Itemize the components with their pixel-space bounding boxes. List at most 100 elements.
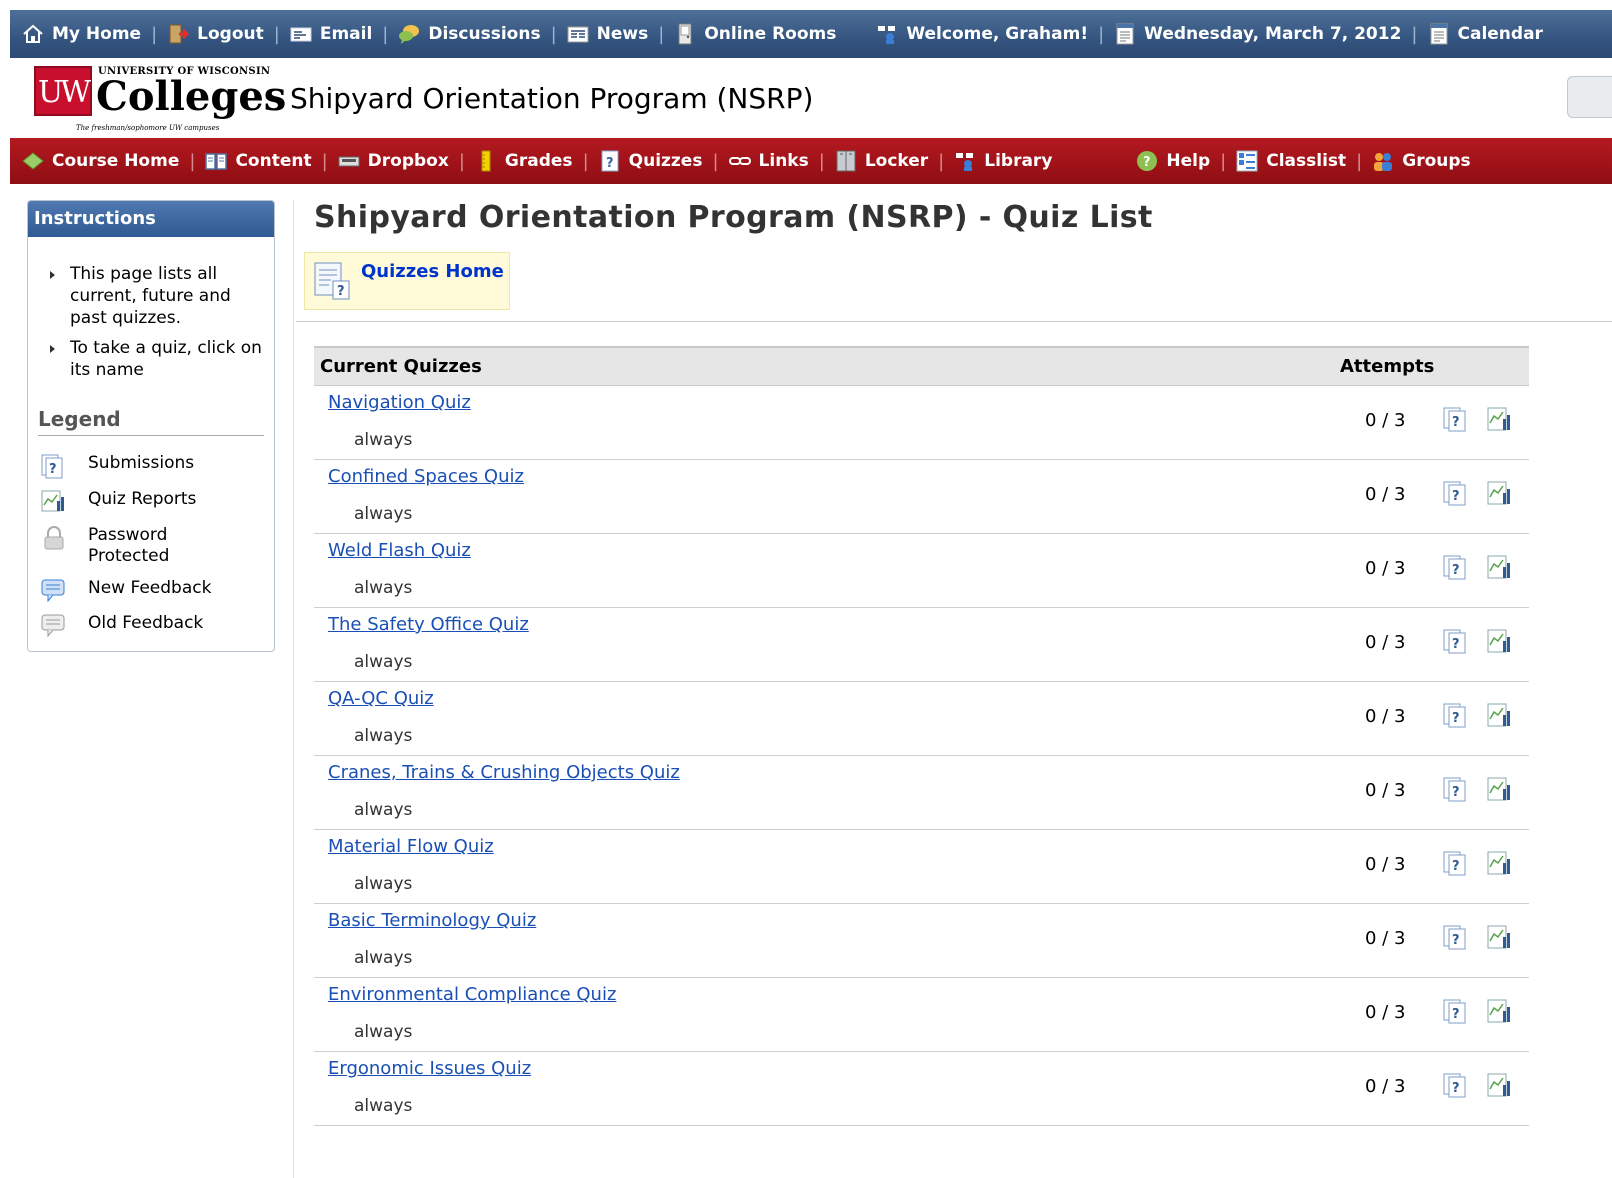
quiz-name-link[interactable]: Weld Flash Quiz	[328, 540, 471, 561]
user-icon	[876, 23, 898, 45]
course-title: Shipyard Orientation Program (NSRP)	[290, 82, 814, 115]
table-row: Ergonomic Issues Quiz always 0 / 3?	[314, 1052, 1529, 1126]
library-icon	[954, 150, 976, 172]
legend-item-submissions: ? Submissions	[40, 453, 194, 479]
online-rooms-link[interactable]: Online Rooms	[674, 10, 836, 58]
my-home-link[interactable]: My Home	[22, 10, 141, 58]
legend-item-quiz-reports: Quiz Reports	[40, 489, 196, 515]
quiz-name-link[interactable]: Material Flow Quiz	[328, 836, 494, 857]
news-link[interactable]: News	[567, 10, 648, 58]
quiz-name-link[interactable]: Environmental Compliance Quiz	[328, 984, 616, 1005]
svg-text:?: ?	[606, 156, 614, 171]
submissions-icon[interactable]: ?	[1442, 776, 1470, 804]
welcome-text: Welcome, Graham!	[906, 24, 1089, 44]
quiz-reports-icon[interactable]	[1486, 924, 1514, 952]
legend-item-old-feedback: Old Feedback	[40, 613, 203, 639]
table-row: Environmental Compliance Quiz always 0 / 3…	[314, 978, 1529, 1052]
quiz-reports-icon[interactable]	[1486, 1072, 1514, 1100]
locker-link[interactable]: Locker	[835, 138, 928, 184]
quiz-availability: always	[354, 430, 413, 450]
submissions-icon[interactable]: ?	[1442, 924, 1470, 952]
column-header-attempts: Attempts	[1340, 356, 1435, 377]
course-home-link[interactable]: Course Home	[22, 138, 179, 184]
grades-link[interactable]: Grades	[475, 138, 573, 184]
dropbox-link[interactable]: Dropbox	[338, 138, 449, 184]
svg-text:?: ?	[1452, 711, 1460, 726]
quiz-attempts: 0 / 3	[1365, 632, 1406, 653]
quiz-reports-icon[interactable]	[1486, 702, 1514, 730]
quiz-reports-icon[interactable]	[1486, 554, 1514, 582]
submissions-icon[interactable]: ?	[1442, 628, 1470, 656]
quiz-reports-icon[interactable]	[1486, 406, 1514, 434]
quiz-name-link[interactable]: The Safety Office Quiz	[328, 614, 529, 635]
classlist-link[interactable]: Classlist	[1236, 138, 1346, 184]
logout-label: Logout	[197, 24, 264, 44]
quiz-name-link[interactable]: Cranes, Trains & Crushing Objects Quiz	[328, 762, 680, 783]
help-icon: ?	[1136, 150, 1158, 172]
submissions-icon[interactable]: ?	[1442, 998, 1470, 1026]
quizzes-home-button[interactable]: ? Quizzes Home	[304, 252, 510, 310]
new-feedback-icon	[40, 578, 70, 604]
library-link[interactable]: Library	[954, 138, 1052, 184]
quizzes-link[interactable]: ? Quizzes	[599, 138, 702, 184]
quiz-availability: always	[354, 1022, 413, 1042]
groups-link[interactable]: Groups	[1372, 138, 1471, 184]
discussions-label: Discussions	[428, 24, 541, 44]
quiz-reports-icon[interactable]	[1486, 998, 1514, 1026]
quiz-name-link[interactable]: QA-QC Quiz	[328, 688, 434, 709]
email-link[interactable]: Email	[290, 10, 372, 58]
quizzes-icon: ?	[599, 150, 621, 172]
svg-text:?: ?	[1452, 933, 1460, 948]
separator: |	[1411, 23, 1418, 45]
separator: |	[273, 23, 280, 45]
quiz-name-link[interactable]: Confined Spaces Quiz	[328, 466, 524, 487]
quiz-name-link[interactable]: Navigation Quiz	[328, 392, 471, 413]
submissions-icon[interactable]: ?	[1442, 554, 1470, 582]
legend-label: New Feedback	[88, 578, 212, 598]
quiz-reports-icon[interactable]	[1486, 776, 1514, 804]
calendar-link[interactable]: Calendar	[1428, 10, 1543, 58]
quiz-availability: always	[354, 948, 413, 968]
submissions-icon[interactable]: ?	[1442, 1072, 1470, 1100]
quiz-reports-icon[interactable]	[1486, 480, 1514, 508]
grades-icon	[475, 150, 497, 172]
separator: |	[658, 23, 665, 45]
date-icon	[1114, 23, 1136, 45]
svg-text:?: ?	[1143, 155, 1151, 170]
svg-text:?: ?	[1452, 415, 1460, 430]
content-link[interactable]: Content	[205, 138, 312, 184]
uw-colleges-logo[interactable]: UW UNIVERSITY OF WISCONSIN Colleges The …	[34, 62, 286, 134]
legend-label: Quiz Reports	[88, 489, 197, 509]
quiz-list-icon: ?	[313, 261, 353, 301]
quiz-attempts: 0 / 3	[1365, 928, 1406, 949]
links-link[interactable]: Links	[728, 138, 809, 184]
page-title: Shipyard Orientation Program (NSRP) - Qu…	[314, 200, 1153, 235]
submissions-icon[interactable]: ?	[1442, 702, 1470, 730]
quiz-name-link[interactable]: Basic Terminology Quiz	[328, 910, 536, 931]
quiz-reports-icon[interactable]	[1486, 628, 1514, 656]
news-icon	[567, 23, 589, 45]
quiz-reports-icon[interactable]	[1486, 850, 1514, 878]
instructions-panel: Instructions This page lists all current…	[27, 200, 275, 652]
quiz-attempts: 0 / 3	[1365, 484, 1406, 505]
svg-text:?: ?	[1452, 1081, 1460, 1096]
help-link[interactable]: ? Help	[1136, 138, 1210, 184]
submissions-icon[interactable]: ?	[1442, 480, 1470, 508]
links-icon	[728, 150, 751, 172]
submissions-icon[interactable]: ?	[1442, 406, 1470, 434]
content-icon	[205, 150, 228, 172]
calendar-label: Calendar	[1457, 24, 1543, 44]
quizzes-home-label: Quizzes Home	[361, 261, 504, 282]
discussions-link[interactable]: Discussions	[398, 10, 541, 58]
quiz-availability: always	[354, 504, 413, 524]
separator: |	[382, 23, 389, 45]
speech-bubble-icon[interactable]	[1567, 76, 1612, 118]
logout-link[interactable]: Logout	[167, 10, 264, 58]
my-home-label: My Home	[52, 24, 142, 44]
submissions-icon[interactable]: ?	[1442, 850, 1470, 878]
legend-item-password-protected: Password Protected	[40, 525, 188, 567]
quiz-attempts: 0 / 3	[1365, 706, 1406, 727]
quiz-attempts: 0 / 3	[1365, 780, 1406, 801]
quiz-name-link[interactable]: Ergonomic Issues Quiz	[328, 1058, 531, 1079]
table-header: Current Quizzes Attempts	[314, 346, 1529, 386]
